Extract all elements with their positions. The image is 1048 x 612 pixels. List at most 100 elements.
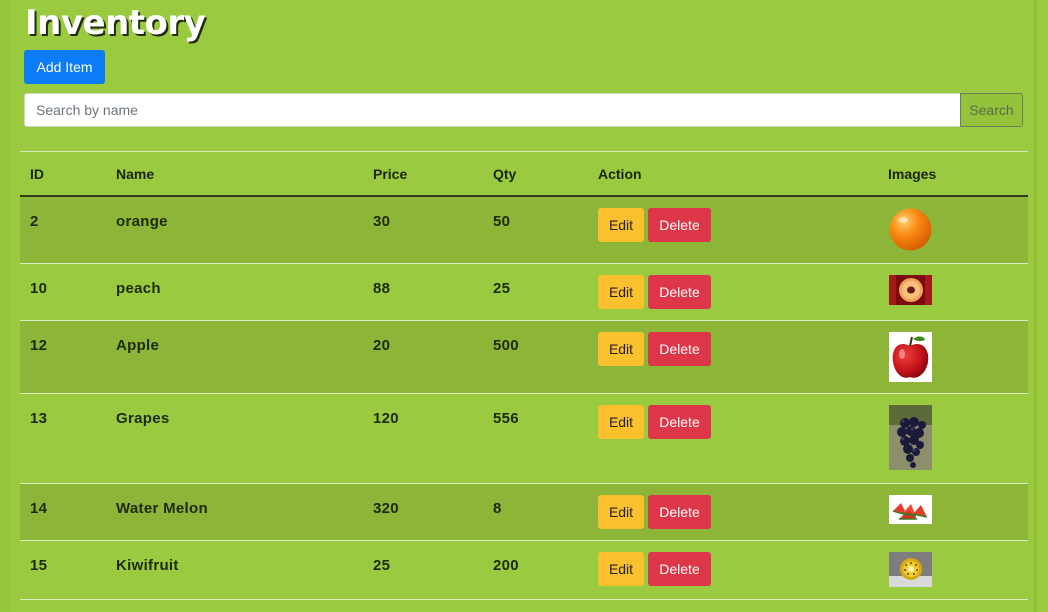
cell-qty: 50 [483,195,588,263]
cell-name: orange [106,195,363,263]
name-text: orange [116,213,168,230]
column-header-images: Images [878,151,1028,197]
row-actions: Edit Delete [598,321,878,366]
grapes-icon [889,404,932,470]
qty-text: 200 [493,556,519,574]
delete-button[interactable]: Delete [648,404,711,439]
qty-text: 500 [493,336,519,354]
delete-button[interactable]: Delete [648,208,711,242]
column-header-id: ID [20,151,106,197]
column-header-name: Name [106,151,363,197]
cell-price: 120 [363,392,483,483]
cell-price: 25 [363,539,483,600]
orange-icon [889,208,932,251]
cell-price: 88 [363,262,483,320]
page-edge-right [1034,0,1037,612]
cell-image [878,482,1028,540]
cell-action: Edit Delete [588,539,878,600]
cell-name: Kiwifruit [106,539,363,600]
add-item-button[interactable]: Add Item [24,50,105,84]
table-row: 14 Water Melon 320 8 Edit Delete [20,482,1028,540]
qty-text: 25 [493,279,511,297]
qty-text: 50 [493,213,511,230]
cell-action: Edit Delete [588,262,878,320]
cell-image [878,195,1028,263]
table-row: 15 Kiwifruit 25 200 Edit Delete [20,539,1028,600]
page-title: Inventory [25,3,206,43]
apple-icon [889,331,932,382]
cell-image [878,392,1028,483]
cell-price: 30 [363,195,483,263]
cell-image [878,539,1028,600]
price-text: 20 [373,336,391,354]
cell-qty: 8 [483,482,588,540]
page-edge-left [0,0,10,612]
table-row: 10 peach 88 25 Edit Delete [20,262,1028,320]
delete-button[interactable]: Delete [648,551,711,586]
cell-id: 15 [20,539,106,600]
table-row: 12 Apple 20 500 Edit Delete [20,319,1028,393]
row-actions: Edit Delete [598,484,878,529]
cell-name: Grapes [106,392,363,483]
price-text: 120 [373,409,399,427]
name-text: Apple [116,336,160,354]
edit-button[interactable]: Edit [598,494,644,529]
id-text: 2 [30,213,39,230]
column-header-action: Action [588,151,878,197]
delete-button[interactable]: Delete [648,494,711,529]
search-input[interactable] [24,93,960,127]
price-text: 88 [373,279,391,297]
watermelon-icon [889,494,932,524]
cell-id: 10 [20,262,106,320]
qty-text: 556 [493,409,519,427]
edit-button[interactable]: Edit [598,331,644,366]
table-row: 13 Grapes 120 556 Edit Delete [20,392,1028,483]
cell-action: Edit Delete [588,482,878,540]
qty-text: 8 [493,499,502,517]
cell-action: Edit Delete [588,195,878,263]
cell-qty: 556 [483,392,588,483]
cell-qty: 25 [483,262,588,320]
edit-button[interactable]: Edit [598,208,644,242]
peach-icon [889,274,932,305]
cell-name: peach [106,262,363,320]
cell-price: 20 [363,319,483,393]
delete-button[interactable]: Delete [648,331,711,366]
price-text: 25 [373,556,391,574]
cell-action: Edit Delete [588,392,878,483]
cell-price: 320 [363,482,483,540]
cell-id: 2 [20,195,106,263]
cell-name: Apple [106,319,363,393]
cell-image [878,319,1028,393]
cell-qty: 200 [483,539,588,600]
cell-qty: 500 [483,319,588,393]
search-bar: Search [24,93,1023,127]
kiwi-icon [889,551,932,587]
name-text: Grapes [116,409,170,427]
cell-action: Edit Delete [588,319,878,393]
price-text: 30 [373,213,391,230]
row-actions: Edit Delete [598,541,878,586]
name-text: Water Melon [116,499,208,517]
search-button[interactable]: Search [960,93,1023,127]
row-actions: Edit Delete [598,264,878,309]
name-text: Kiwifruit [116,556,179,574]
edit-button[interactable]: Edit [598,274,644,309]
edit-button[interactable]: Edit [598,404,644,439]
table-header-row: ID Name Price Qty Action Images [20,151,1028,197]
id-text: 13 [30,409,48,427]
id-text: 15 [30,556,48,574]
cell-id: 14 [20,482,106,540]
row-actions: Edit Delete [598,394,878,439]
delete-button[interactable]: Delete [648,274,711,309]
table-row: 2 orange 30 50 Edit Delete [20,195,1028,263]
id-text: 12 [30,336,48,354]
inventory-table: ID Name Price Qty Action Images 2 orange… [20,151,1028,600]
edit-button[interactable]: Edit [598,551,644,586]
row-actions: Edit Delete [598,197,878,242]
id-text: 10 [30,279,48,297]
price-text: 320 [373,499,399,517]
cell-id: 13 [20,392,106,483]
id-text: 14 [30,499,48,517]
column-header-price: Price [363,151,483,197]
